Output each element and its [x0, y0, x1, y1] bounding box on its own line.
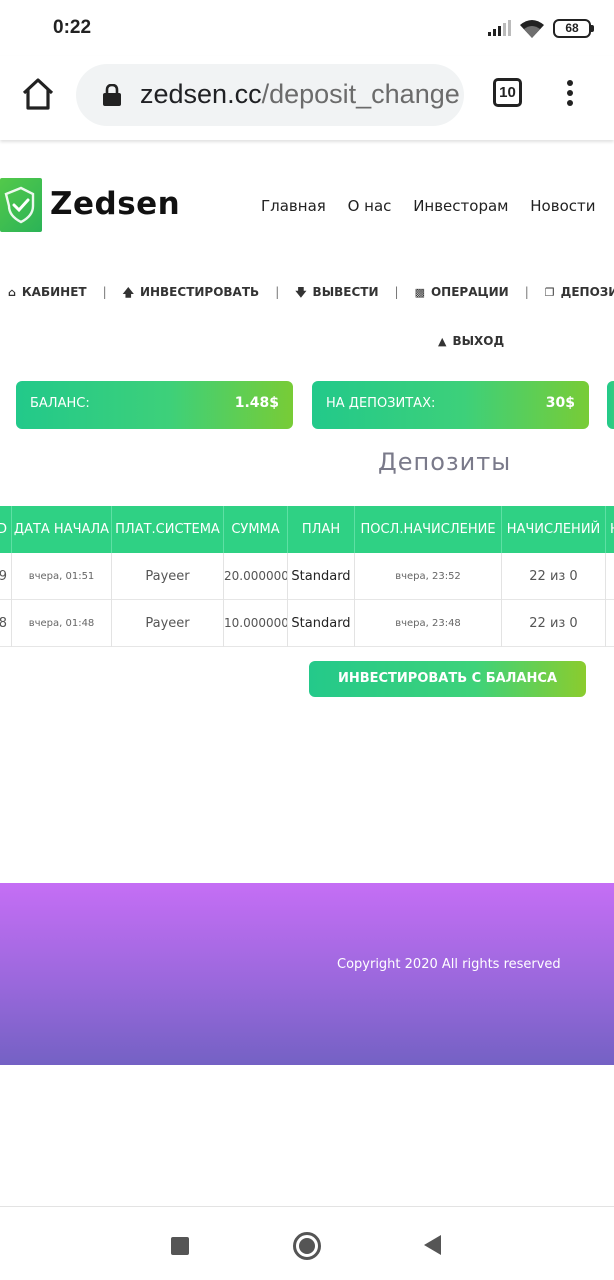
cell-last-accrual: вчера, 23:52 [355, 553, 502, 600]
arrow-up-icon: 🡅 [122, 286, 134, 299]
url-text: zedsen.cc/deposit_change [140, 79, 460, 109]
table-row: 28 вчера, 01:48 Payeer 10.000000 Standar… [0, 600, 614, 647]
logout-icon: ▲ [438, 335, 447, 348]
signal-icon [488, 20, 511, 36]
nav-link-investors[interactable]: Инвесторам [413, 197, 508, 215]
cell-payment-system: Payeer [112, 600, 224, 647]
cell-amount: 10.000000 [224, 600, 288, 647]
cabinet-menu: ⌂ КАБИНЕТ | 🡅 ИНВЕСТИРОВАТЬ | 🡇 ВЫВЕСТИ | ▩ ОПЕРАЦ… [8, 284, 614, 303]
menu-item-invest[interactable]: 🡅 ИНВЕСТИРОВАТЬ [123, 284, 260, 303]
third-card [607, 381, 614, 429]
home-button-icon[interactable] [293, 1232, 321, 1260]
lock-icon [103, 84, 121, 106]
logo-shield-icon [0, 178, 42, 232]
cell-plan: Standard [288, 553, 355, 600]
cell-id: 29 [0, 553, 12, 600]
tab-switcher-button[interactable]: 10 [493, 78, 522, 107]
table-row: 29 вчера, 01:51 Payeer 20.000000 Standar… [0, 553, 614, 600]
recents-icon[interactable] [171, 1237, 189, 1255]
menu-item-withdraw[interactable]: 🡇 ВЫВЕСТИ [295, 284, 378, 303]
column-header-start: ДАТА НАЧАЛА [12, 506, 112, 553]
cell-amount: 20.000000 [224, 553, 288, 600]
menu-item-logout[interactable]: ▲ ВЫХОД [438, 334, 504, 348]
deposits-label: НА ДЕПОЗИТАХ: [326, 396, 436, 411]
bar-chart-icon: ▩ [414, 286, 425, 299]
table-header: ID ДАТА НАЧАЛА ПЛАТ.СИСТЕМА СУММА ПЛАН П… [0, 506, 614, 553]
column-header-accruals: НАЧИСЛЕНИЙ [502, 506, 606, 553]
cell-payment-system: Payeer [112, 553, 224, 600]
top-navigation: Главная О нас Инвесторам Новости [261, 197, 612, 215]
cell-id: 28 [0, 600, 12, 647]
address-bar[interactable]: zedsen.cc/deposit_change [76, 64, 464, 126]
arrow-down-icon: 🡇 [295, 286, 307, 299]
cell-start-date: вчера, 01:51 [12, 553, 112, 600]
menu-item-deposits[interactable]: ❐ДЕПОЗИТЫ [545, 285, 614, 299]
copyright-text: Copyright 2020 All rights reserved [337, 957, 561, 972]
nav-link-about[interactable]: О нас [348, 197, 392, 215]
cell-accruals: 22 из 0 [502, 553, 606, 600]
balance-value: 1.48$ [234, 395, 279, 411]
wifi-icon [520, 20, 544, 38]
page-title: Депозиты [378, 448, 512, 476]
deposits-card: НА ДЕПОЗИТАХ: 30$ [312, 381, 589, 429]
home-icon: ⌂ [8, 286, 16, 299]
cell-start-date: вчера, 01:48 [12, 600, 112, 647]
cell-plan: Standard [288, 600, 355, 647]
column-header-amount: СУММА [224, 506, 288, 553]
menu-item-cabinet[interactable]: ⌂ КАБИНЕТ [8, 285, 87, 299]
copy-icon: ❐ [544, 286, 555, 299]
status-bar: 0:22 68 [0, 0, 614, 56]
balance-label: БАЛАНС: [30, 396, 90, 411]
android-nav-bar [0, 1206, 614, 1280]
cell-accruals: 22 из 0 [502, 600, 606, 647]
invest-from-balance-button[interactable]: ИНВЕСТИРОВАТЬ С БАЛАНСА [309, 661, 586, 697]
status-time: 0:22 [53, 17, 92, 38]
site-logo[interactable]: Zedsen [50, 186, 180, 222]
deposits-value: 30$ [545, 395, 575, 411]
battery-icon: 68 [553, 19, 594, 38]
column-header-next: НАЧ [606, 506, 614, 553]
column-header-last-accrual: ПОСЛ.НАЧИСЛЕНИЕ [355, 506, 502, 553]
column-header-plan: ПЛАН [288, 506, 355, 553]
browser-toolbar: zedsen.cc/deposit_change 10 [0, 56, 614, 140]
column-header-id: ID [0, 506, 12, 553]
site-footer: Copyright 2020 All rights reserved [0, 883, 614, 1065]
nav-link-news[interactable]: Новости [530, 197, 595, 215]
cell-last-accrual: вчера, 23:48 [355, 600, 502, 647]
balance-card: БАЛАНС: 1.48$ [16, 381, 293, 429]
home-icon[interactable] [20, 76, 56, 112]
column-header-system: ПЛАТ.СИСТЕМА [112, 506, 224, 553]
menu-item-operations[interactable]: ▩ ОПЕРАЦИИ [415, 285, 509, 299]
nav-link-home[interactable]: Главная [261, 197, 326, 215]
more-menu-icon[interactable] [560, 80, 580, 108]
deposits-table: ID ДАТА НАЧАЛА ПЛАТ.СИСТЕМА СУММА ПЛАН П… [0, 506, 614, 648]
back-icon[interactable] [424, 1235, 441, 1255]
